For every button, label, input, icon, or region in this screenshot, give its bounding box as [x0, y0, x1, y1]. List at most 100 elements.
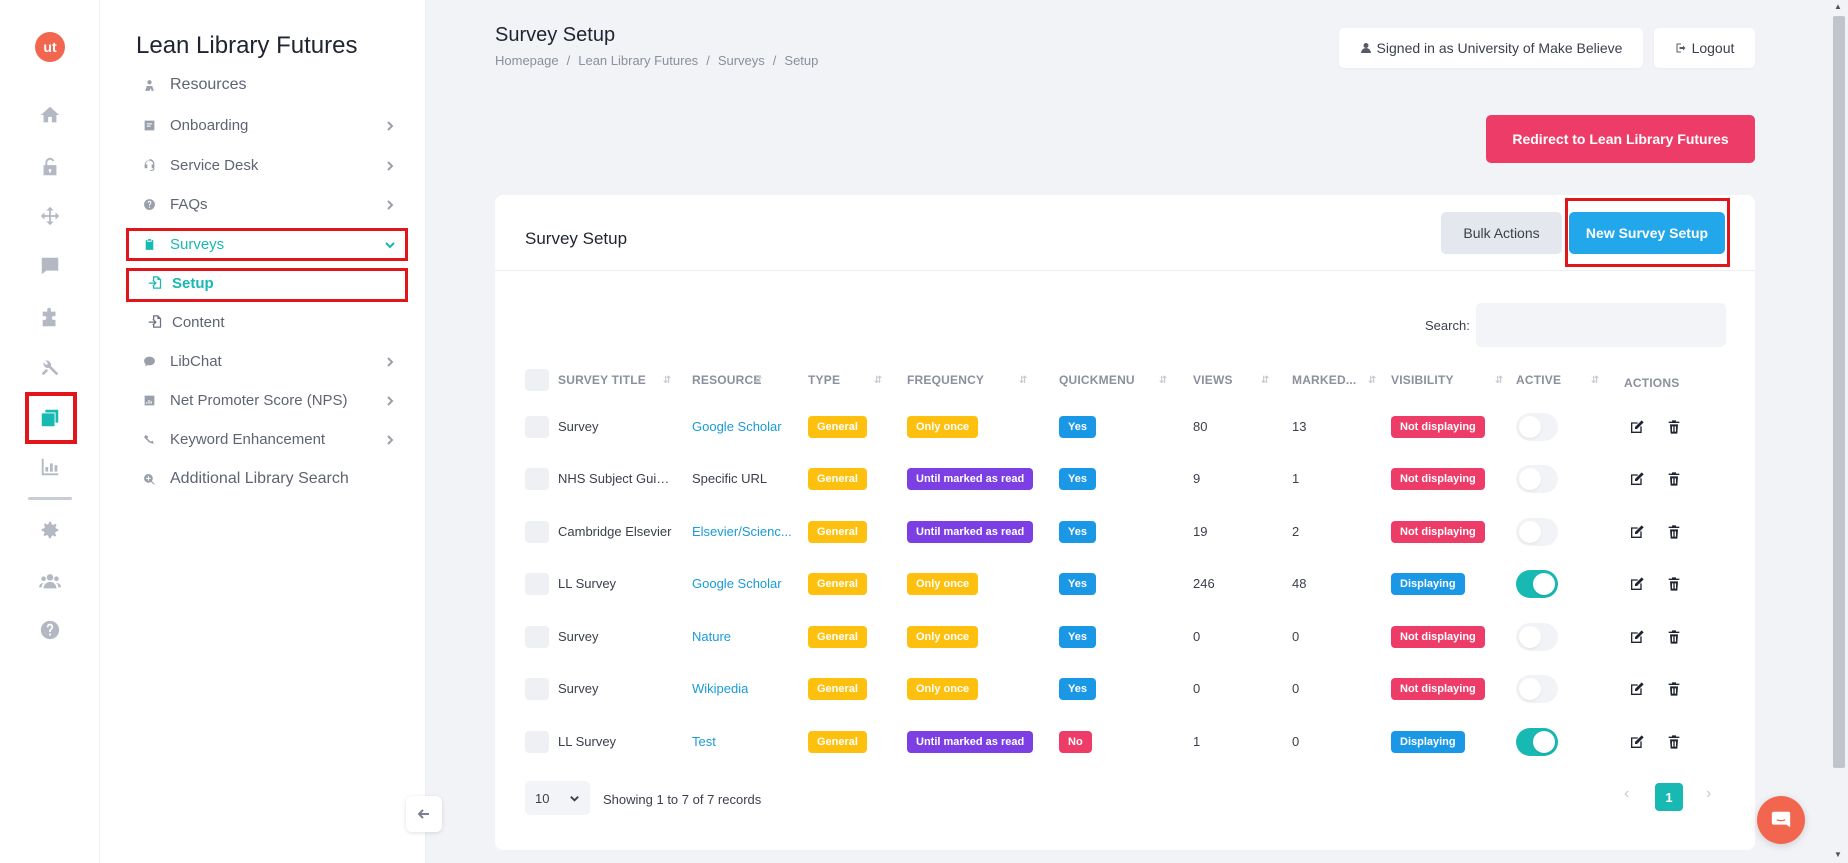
breadcrumb-item[interactable]: Homepage — [495, 53, 559, 68]
puzzle-icon[interactable] — [34, 302, 66, 334]
scroll-down-arrow[interactable]: ▼ — [1834, 850, 1842, 859]
app-logo[interactable]: ut — [35, 32, 65, 62]
breadcrumb-item: Setup — [784, 53, 819, 68]
nav-item-additional-library-search[interactable]: Additional Library Search — [142, 464, 412, 494]
row-checkbox[interactable] — [525, 416, 549, 438]
active-toggle[interactable] — [1516, 570, 1558, 598]
marked-cell: 1 — [1292, 471, 1300, 486]
breadcrumb-item[interactable]: Lean Library Futures — [578, 53, 698, 68]
column-header-type[interactable]: Type ⇵ — [808, 373, 882, 387]
column-header-visibility[interactable]: Visibility ⇵ — [1391, 373, 1503, 387]
nav-subitem-content[interactable]: Content — [148, 309, 225, 335]
search-input[interactable] — [1476, 303, 1726, 347]
help-icon[interactable] — [34, 614, 66, 646]
sort-icon: ⇵ — [1261, 375, 1270, 386]
edit-icon[interactable] — [1629, 734, 1645, 750]
file-import-icon — [148, 275, 164, 291]
nav-item-label: Keyword Enhancement — [170, 430, 326, 448]
row-checkbox[interactable] — [525, 521, 549, 543]
select-all-checkbox[interactable] — [525, 369, 549, 391]
column-header-views[interactable]: Views ⇵ — [1193, 373, 1269, 387]
resource-cell[interactable]: Google Scholar — [692, 576, 792, 591]
scroll-up-arrow[interactable]: ▲ — [1834, 2, 1842, 11]
nav-subitem-setup[interactable]: Setup — [148, 270, 214, 296]
resource-cell[interactable]: Nature — [692, 629, 792, 644]
resource-cell[interactable]: Test — [692, 734, 792, 749]
nav-item-service-desk[interactable]: Service Desk — [142, 150, 412, 180]
edit-icon[interactable] — [1629, 524, 1645, 540]
nav-item-resources[interactable]: Resources — [142, 70, 412, 100]
active-toggle[interactable] — [1516, 465, 1558, 493]
trash-icon[interactable] — [1666, 629, 1682, 645]
home-icon[interactable] — [34, 99, 66, 131]
row-checkbox[interactable] — [525, 626, 549, 648]
pagination-page-current[interactable]: 1 — [1655, 783, 1683, 811]
column-label: Type — [808, 373, 841, 387]
bulk-actions-button[interactable]: Bulk Actions — [1441, 212, 1562, 254]
nav-item-surveys[interactable]: Surveys — [142, 229, 412, 259]
row-checkbox[interactable] — [525, 678, 549, 700]
marked-cell: 48 — [1292, 576, 1307, 591]
active-toggle[interactable] — [1516, 413, 1558, 441]
row-checkbox[interactable] — [525, 468, 549, 490]
trash-icon[interactable] — [1666, 576, 1682, 592]
column-header-frequency[interactable]: Frequency ⇵ — [907, 373, 1027, 387]
pagination-prev[interactable]: ‹ — [1624, 785, 1629, 803]
resource-cell[interactable]: Wikipedia — [692, 681, 792, 696]
trash-icon[interactable] — [1666, 734, 1682, 750]
column-header-actions: Actions — [1624, 376, 1679, 390]
logout-icon — [1676, 43, 1686, 53]
signed-in-button[interactable]: Signed in as University of Make Believe — [1339, 28, 1643, 68]
trash-icon[interactable] — [1666, 524, 1682, 540]
column-header-active[interactable]: Active ⇵ — [1516, 373, 1599, 387]
layers-icon[interactable] — [34, 402, 66, 434]
chart-icon[interactable] — [34, 451, 66, 483]
resource-cell[interactable]: Elsevier/Scienc... — [692, 524, 792, 539]
edit-icon[interactable] — [1629, 629, 1645, 645]
trash-icon[interactable] — [1666, 419, 1682, 435]
page-size-select[interactable]: 10 — [525, 781, 590, 815]
gear-icon[interactable] — [34, 514, 66, 546]
nav-item-onboarding[interactable]: Onboarding — [142, 110, 412, 140]
active-toggle[interactable] — [1516, 675, 1558, 703]
redirect-button[interactable]: Redirect to Lean Library Futures — [1486, 115, 1755, 163]
column-header-resource[interactable]: Resource ⇵ — [692, 373, 762, 387]
page-scrollbar[interactable]: ▲ ▼ — [1830, 0, 1848, 863]
trash-icon[interactable] — [1666, 471, 1682, 487]
nav-item-faqs[interactable]: FAQs — [142, 189, 412, 219]
users-icon[interactable] — [34, 565, 66, 597]
column-header-marked[interactable]: Marked... ⇵ — [1292, 373, 1376, 387]
pagination-next[interactable]: › — [1706, 785, 1711, 803]
trash-icon[interactable] — [1666, 681, 1682, 697]
move-icon[interactable] — [34, 200, 66, 232]
user-icon — [1360, 43, 1371, 53]
edit-icon[interactable] — [1629, 471, 1645, 487]
nav-item-label: Surveys — [170, 235, 225, 253]
collapse-sidebar-button[interactable] — [406, 796, 442, 832]
scrollbar-thumb[interactable] — [1833, 16, 1845, 768]
row-checkbox[interactable] — [525, 573, 549, 595]
logout-button[interactable]: Logout — [1654, 28, 1755, 68]
row-checkbox[interactable] — [525, 731, 549, 753]
chat-launcher-button[interactable] — [1757, 796, 1805, 844]
nav-item-libchat[interactable]: LibChat — [142, 346, 412, 376]
column-header-survey-title[interactable]: Survey Title ⇵ — [558, 373, 671, 387]
nav-item-nps[interactable]: Net Promoter Score (NPS) — [142, 385, 412, 415]
breadcrumb-item[interactable]: Surveys — [718, 53, 765, 68]
search-label: Search: — [1425, 318, 1470, 333]
unlock-icon[interactable] — [34, 151, 66, 183]
active-toggle[interactable] — [1516, 623, 1558, 651]
new-survey-setup-button[interactable]: New Survey Setup — [1569, 212, 1725, 254]
edit-icon[interactable] — [1629, 576, 1645, 592]
edit-icon[interactable] — [1629, 681, 1645, 697]
file-import-icon — [148, 314, 164, 330]
resource-cell[interactable]: Google Scholar — [692, 419, 792, 434]
comment-icon[interactable] — [34, 250, 66, 282]
active-toggle[interactable] — [1516, 518, 1558, 546]
tools-icon[interactable] — [34, 351, 66, 383]
nav-item-keyword-enhancement[interactable]: Keyword Enhancement — [142, 424, 412, 454]
column-header-quickmenu[interactable]: Quickmenu ⇵ — [1059, 373, 1167, 387]
active-toggle[interactable] — [1516, 728, 1558, 756]
edit-icon[interactable] — [1629, 419, 1645, 435]
visibility-badge: Displaying — [1391, 573, 1465, 595]
